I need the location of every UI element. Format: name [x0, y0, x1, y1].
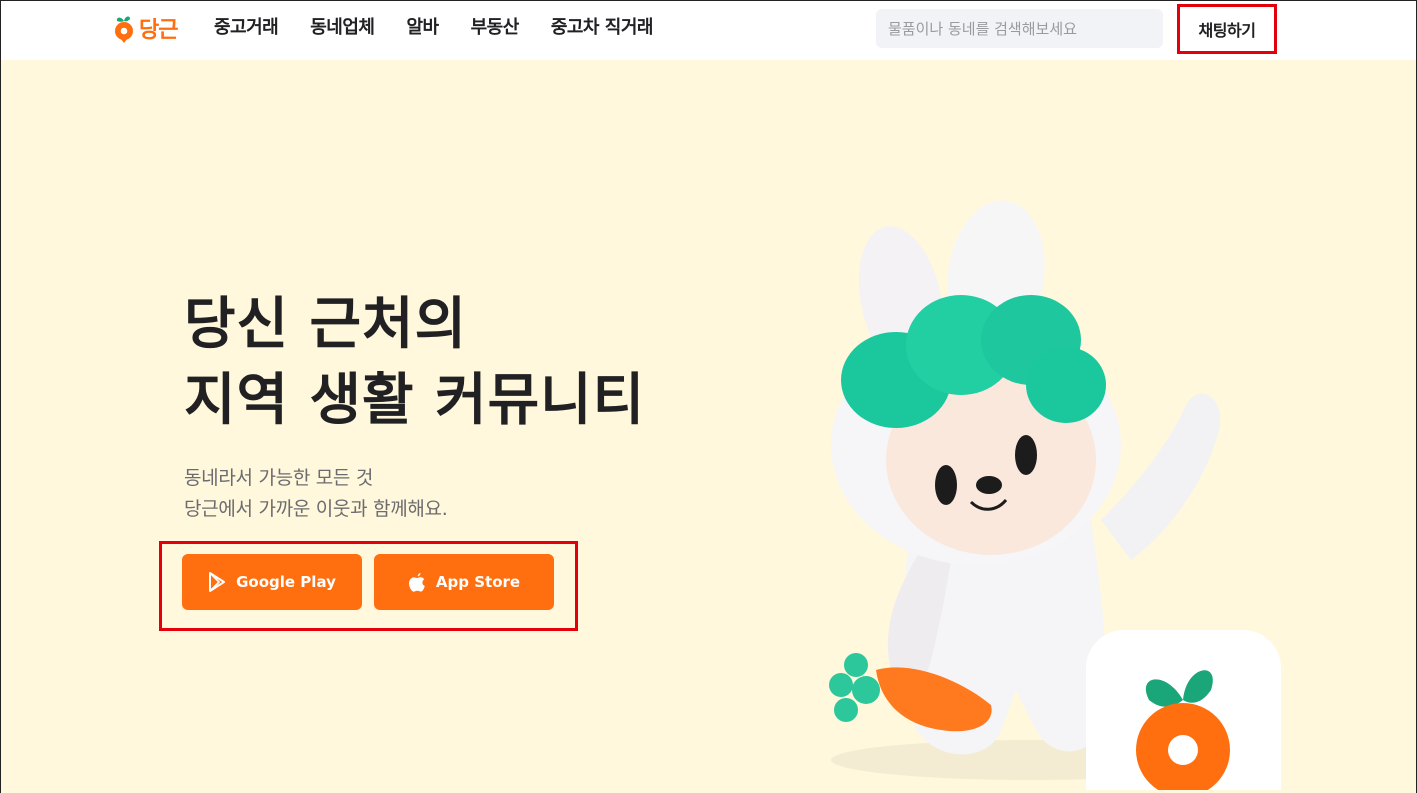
nav-item-local-business[interactable]: 동네업체: [310, 15, 375, 41]
carrot-logo-icon: [115, 16, 133, 43]
hero-section: 당신 근처의 지역 생활 커뮤니티 동네라서 가능한 모든 것 당근에서 가까운…: [1, 60, 1416, 793]
headline-line-1: 당신 근처의: [184, 292, 468, 357]
logo[interactable]: 당근: [113, 11, 178, 45]
nav-item-used-cars[interactable]: 중고차 직거래: [551, 15, 654, 41]
app-store-label: App Store: [435, 573, 521, 591]
google-play-button[interactable]: Google Play: [182, 554, 362, 610]
google-play-label: Google Play: [236, 573, 336, 591]
subtitle-line-1: 동네라서 가능한 모든 것: [184, 467, 374, 489]
apple-icon: [408, 572, 425, 592]
nav-item-real-estate[interactable]: 부동산: [471, 15, 520, 41]
search-input[interactable]: [876, 9, 1163, 48]
chat-highlight-box: 채팅하기: [1177, 4, 1277, 54]
site-header: 당근 중고거래 동네업체 알바 부동산 중고차 직거래 채팅하기: [1, 1, 1416, 60]
chat-button[interactable]: 채팅하기: [1192, 11, 1262, 47]
headline-line-2: 지역 생활 커뮤니티: [184, 368, 646, 433]
nav-item-used-trade[interactable]: 중고거래: [214, 15, 279, 41]
google-play-icon: [209, 572, 226, 592]
hero-headline: 당신 근처의 지역 생활 커뮤니티: [184, 287, 645, 439]
app-store-button[interactable]: App Store: [374, 554, 554, 610]
subtitle-line-2: 당근에서 가까운 이웃과 함께해요.: [184, 498, 448, 520]
nav-item-jobs[interactable]: 알바: [407, 15, 440, 41]
main-nav: 중고거래 동네업체 알바 부동산 중고차 직거래: [214, 15, 685, 41]
bunny-mascot-illustration: [829, 200, 1281, 790]
logo-text: 당근: [139, 18, 178, 43]
hero-subtitle: 동네라서 가능한 모든 것 당근에서 가까운 이웃과 함께해요.: [184, 463, 448, 525]
